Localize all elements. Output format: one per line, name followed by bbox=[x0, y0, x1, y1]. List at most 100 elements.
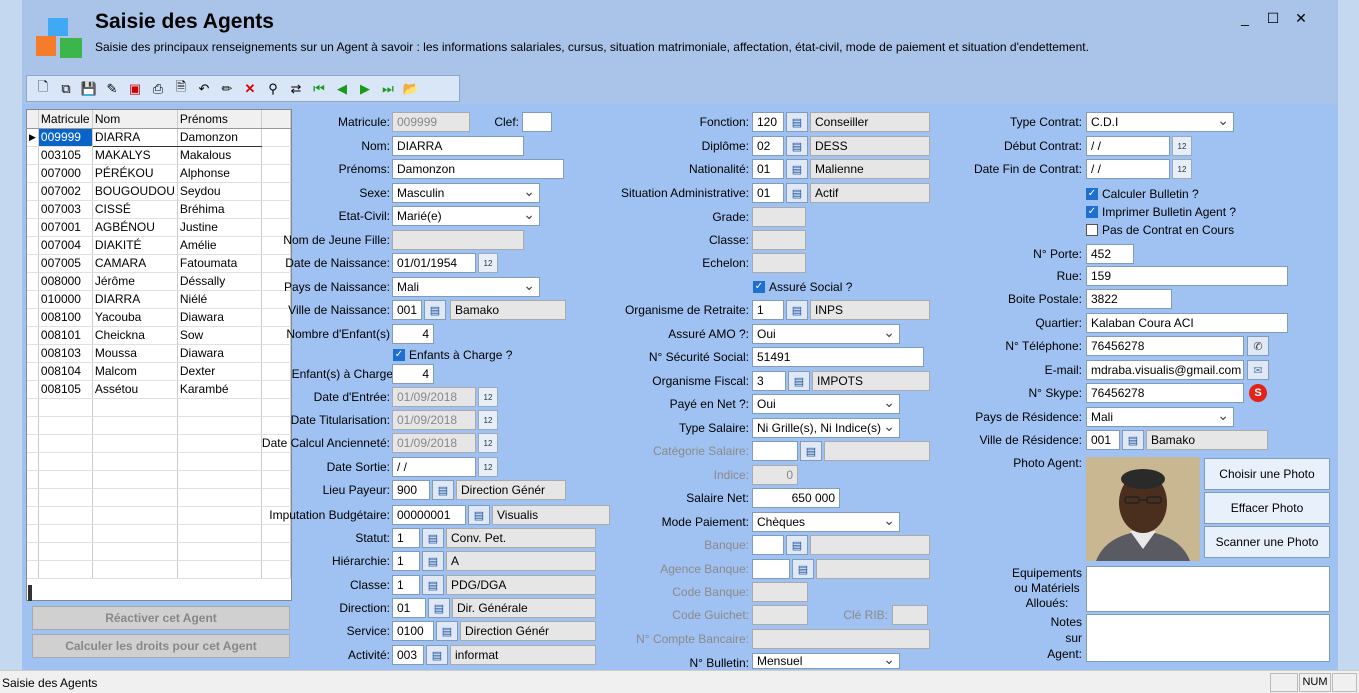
undo-icon[interactable]: ↶ bbox=[194, 79, 214, 99]
delete-photo-button[interactable]: Effacer Photo bbox=[1204, 492, 1330, 524]
diplome-code[interactable]: 02 bbox=[752, 136, 784, 156]
nom-field[interactable]: DIARRA bbox=[392, 136, 524, 156]
compute-rights-button[interactable]: Calculer les droits pour cet Agent bbox=[32, 634, 290, 658]
calendar-icon[interactable]: 12 bbox=[478, 457, 498, 477]
list-picker-icon[interactable]: ▤ bbox=[786, 300, 808, 320]
list-picker-icon[interactable]: ▤ bbox=[424, 300, 446, 320]
situation-admin-code[interactable]: 01 bbox=[752, 183, 784, 203]
ville-res-code[interactable]: 001 bbox=[1086, 430, 1120, 450]
list-picker-icon[interactable]: ▤ bbox=[1122, 430, 1144, 450]
table-row[interactable]: 003105 MAKALYS Makalous bbox=[27, 146, 291, 165]
matricule-field[interactable]: 009999 bbox=[392, 112, 470, 132]
calendar-icon[interactable]: 12 bbox=[478, 433, 498, 453]
nom-jeune-fille-field[interactable] bbox=[392, 230, 524, 250]
refresh-icon[interactable]: ⇄ bbox=[286, 79, 306, 99]
list-picker-icon[interactable]: ▤ bbox=[792, 559, 814, 579]
pays-res-select[interactable]: Mali bbox=[1086, 407, 1234, 427]
cle-rib-field[interactable] bbox=[892, 605, 928, 625]
col-nom[interactable]: Nom bbox=[92, 110, 178, 129]
prenoms-field[interactable]: Damonzon bbox=[392, 159, 564, 179]
secu-field[interactable]: 51491 bbox=[752, 347, 924, 367]
enfants-charge-checkbox[interactable]: ✓ Enfants à Charge ? bbox=[393, 346, 512, 364]
next-record-icon[interactable]: ▶ bbox=[355, 79, 375, 99]
pdf-icon[interactable]: ▣ bbox=[125, 79, 145, 99]
fin-contrat-field[interactable]: / / bbox=[1086, 159, 1170, 179]
calendar-icon[interactable]: 12 bbox=[478, 410, 498, 430]
table-row[interactable]: 008105 Assétou Karambé bbox=[27, 380, 291, 399]
indice-field[interactable]: 0 bbox=[752, 465, 798, 485]
code-guichet-field[interactable] bbox=[752, 605, 808, 625]
banque-code[interactable] bbox=[752, 535, 784, 555]
list-picker-icon[interactable]: ▤ bbox=[422, 551, 444, 571]
close-icon[interactable]: ✕ bbox=[1294, 10, 1308, 27]
activite-code[interactable]: 003 bbox=[392, 645, 424, 665]
mail-icon[interactable]: ✉ bbox=[1247, 360, 1269, 380]
list-picker-icon[interactable]: ▤ bbox=[422, 575, 444, 595]
table-row[interactable]: 010000 DIARRA Niélé bbox=[27, 290, 291, 309]
classe-code[interactable]: 1 bbox=[392, 575, 420, 595]
assure-amo-select[interactable]: Oui bbox=[752, 324, 900, 344]
col-prenoms[interactable]: Prénoms bbox=[177, 110, 262, 129]
delete-icon[interactable]: ✕ bbox=[240, 79, 260, 99]
table-row[interactable]: 007004 DIAKITÉ Amélie bbox=[27, 236, 291, 255]
bp-field[interactable]: 3822 bbox=[1086, 289, 1172, 309]
quartier-field[interactable]: Kalaban Coura ACI bbox=[1086, 313, 1288, 333]
calendar-icon[interactable]: 12 bbox=[1172, 159, 1192, 179]
table-row[interactable]: 008104 Malcom Dexter bbox=[27, 362, 291, 381]
equipements-textarea[interactable] bbox=[1086, 566, 1330, 612]
categorie-salaire-code[interactable] bbox=[752, 441, 798, 461]
hierarchie-code[interactable]: 1 bbox=[392, 551, 420, 571]
list-picker-icon[interactable]: ▤ bbox=[800, 441, 822, 461]
assure-social-checkbox[interactable]: ✓ Assuré Social ? bbox=[753, 278, 852, 296]
table-row[interactable]: 008000 Jérôme Déssally bbox=[27, 272, 291, 291]
cancel-edit-icon[interactable]: ✎ bbox=[102, 79, 122, 99]
calendar-icon[interactable]: 12 bbox=[478, 387, 498, 407]
table-row[interactable]: ▶ 009999 DIARRA Damonzon bbox=[27, 127, 291, 147]
search-icon[interactable]: ⚲ bbox=[263, 79, 283, 99]
date-sortie-field[interactable]: / / bbox=[392, 457, 476, 477]
etat-civil-select[interactable]: Marié(e) bbox=[392, 206, 540, 226]
calendar-icon[interactable]: 12 bbox=[478, 253, 498, 273]
list-picker-icon[interactable]: ▤ bbox=[426, 645, 448, 665]
organisme-retraite-code[interactable]: 1 bbox=[752, 300, 784, 320]
skype-icon[interactable]: S bbox=[1249, 384, 1267, 402]
list-picker-icon[interactable]: ▤ bbox=[428, 598, 450, 618]
new-icon[interactable]: 🗋 bbox=[33, 79, 53, 99]
print-icon[interactable]: ⎙ bbox=[148, 79, 168, 99]
choose-photo-button[interactable]: Choisir une Photo bbox=[1204, 458, 1330, 490]
minimize-icon[interactable]: _ bbox=[1238, 10, 1252, 27]
prev-record-icon[interactable]: ◀ bbox=[332, 79, 352, 99]
list-picker-icon[interactable]: ▤ bbox=[786, 136, 808, 156]
date-calcul-field[interactable]: 01/09/2018 bbox=[392, 433, 476, 453]
compte-field[interactable] bbox=[752, 629, 930, 649]
list-picker-icon[interactable]: ▤ bbox=[786, 183, 808, 203]
code-banque-field[interactable] bbox=[752, 582, 808, 602]
date-naissance-field[interactable]: 01/01/1954 bbox=[392, 253, 476, 273]
list-picker-icon[interactable]: ▤ bbox=[786, 159, 808, 179]
first-record-icon[interactable]: ⏮ bbox=[309, 79, 329, 99]
list-picker-icon[interactable]: ▤ bbox=[788, 371, 810, 391]
reactivate-agent-button[interactable]: Réactiver cet Agent bbox=[32, 606, 290, 630]
imputation-code[interactable]: 00000001 bbox=[392, 505, 466, 525]
calendar-icon[interactable]: 12 bbox=[1172, 136, 1192, 156]
porte-field[interactable]: 452 bbox=[1086, 244, 1134, 264]
last-record-icon[interactable]: ⏭ bbox=[378, 79, 398, 99]
salaire-net-field[interactable]: 650 000 bbox=[752, 488, 840, 508]
list-picker-icon[interactable]: ▤ bbox=[432, 480, 454, 500]
phone-icon[interactable]: ✆ bbox=[1247, 336, 1269, 356]
tel-field[interactable]: 76456278 bbox=[1086, 336, 1244, 356]
table-row[interactable]: 007000 PÉRÉKOU Alphonse bbox=[27, 164, 291, 183]
type-contrat-select[interactable]: C.D.I bbox=[1086, 112, 1234, 132]
email-field[interactable]: mdraba.visualis@gmail.com bbox=[1086, 360, 1244, 380]
scan-photo-button[interactable]: Scanner une Photo bbox=[1204, 526, 1330, 558]
pas-de-contrat-checkbox[interactable]: Pas de Contrat en Cours bbox=[1086, 221, 1234, 239]
agence-banque-code[interactable] bbox=[752, 559, 790, 579]
save-icon[interactable]: 💾 bbox=[79, 79, 99, 99]
table-row[interactable]: 007001 AGBÉNOU Justine bbox=[27, 218, 291, 237]
grid-scroll-thumb[interactable] bbox=[28, 585, 32, 601]
enfants-charge-field[interactable]: 4 bbox=[392, 364, 434, 384]
organisme-fiscal-code[interactable]: 3 bbox=[752, 371, 786, 391]
skype-field[interactable]: 76456278 bbox=[1086, 383, 1244, 403]
table-row[interactable]: 007005 CAMARA Fatoumata bbox=[27, 254, 291, 273]
notes-textarea[interactable] bbox=[1086, 614, 1330, 662]
